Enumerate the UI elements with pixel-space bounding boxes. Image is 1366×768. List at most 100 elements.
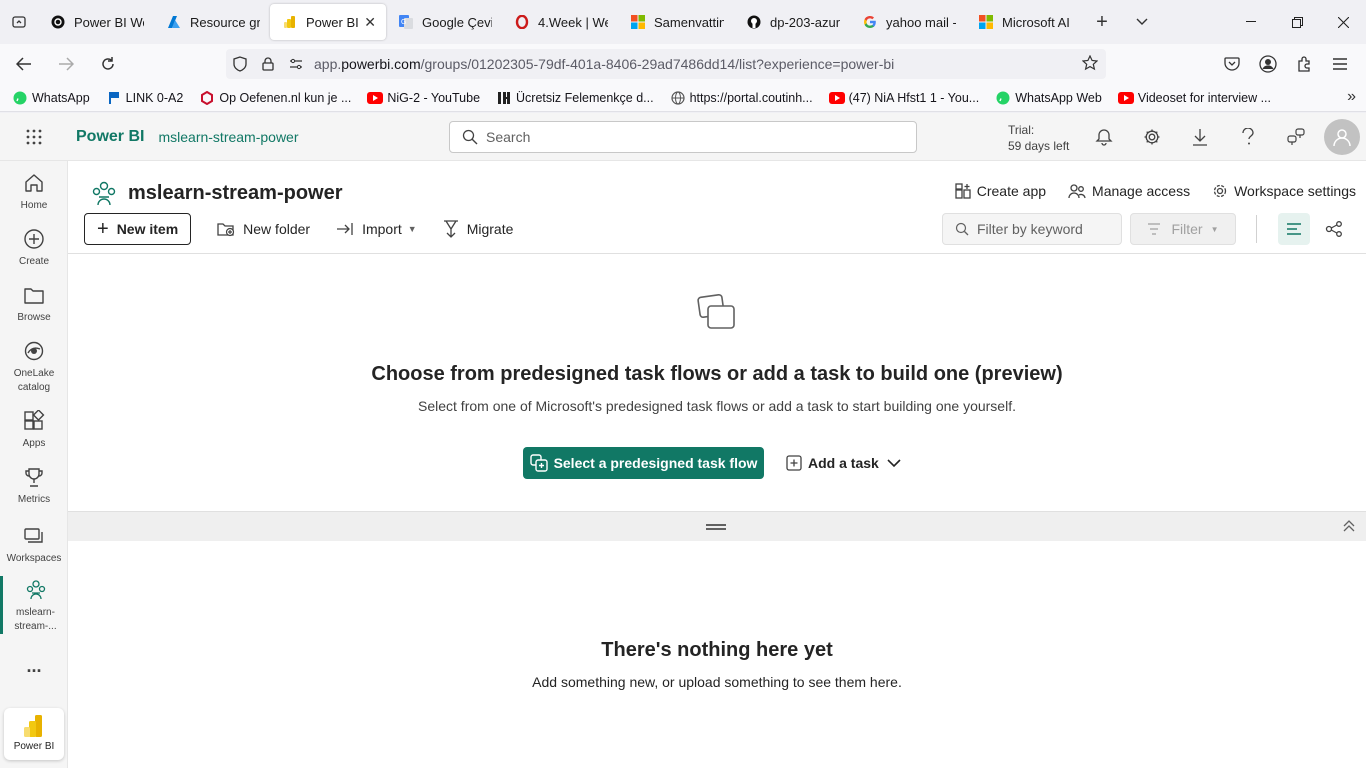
bookmark-item[interactable]: https://portal.coutinh...	[670, 90, 813, 106]
new-item-label: New item	[116, 221, 179, 237]
browser-tab-active[interactable]: Power BI ✕	[270, 4, 386, 40]
workspace-breadcrumb[interactable]: mslearn-stream-power	[158, 129, 298, 145]
browser-nav-bar: app.powerbi.com/groups/01202305-79df-401…	[0, 44, 1366, 84]
lock-icon[interactable]	[254, 57, 282, 71]
close-window-icon[interactable]	[1320, 0, 1366, 44]
filter-keyword-input[interactable]: Filter by keyword	[942, 213, 1122, 245]
tab-list-icon[interactable]	[0, 0, 38, 44]
tab-title: dp-203-azure-	[770, 14, 840, 30]
menu-icon[interactable]	[1322, 48, 1358, 80]
url-text: app.powerbi.com/groups/01202305-79df-401…	[314, 56, 894, 72]
browser-tab[interactable]: Microsoft AI S	[966, 4, 1082, 40]
bookmark-item[interactable]: LINK 0-A2	[106, 90, 183, 106]
bookmark-item[interactable]: Videoset for interview ...	[1117, 90, 1271, 106]
back-arrow-icon[interactable]	[6, 48, 42, 80]
download-icon[interactable]	[1176, 113, 1224, 161]
extensions-icon[interactable]	[1286, 48, 1322, 80]
workspace-toolbar: + New item New folder Import ▼ Migrate	[84, 213, 513, 245]
new-item-button[interactable]: + New item	[84, 213, 192, 245]
bookmark-item[interactable]: WhatsApp Web	[995, 90, 1102, 106]
bookmark-item[interactable]: NiG-2 - YouTube	[367, 90, 480, 106]
bookmarks-overflow-icon[interactable]: »	[1347, 88, 1356, 106]
rail-item-label: mslearn-stream-...	[14, 607, 57, 632]
rail-item-label: Apps	[22, 438, 46, 449]
bookmark-item[interactable]: WhatsApp	[12, 90, 90, 106]
drag-handle-icon[interactable]	[706, 524, 726, 530]
minimize-icon[interactable]	[1228, 0, 1274, 44]
search-icon	[462, 129, 478, 145]
app-header: Power BI mslearn-stream-power Search Tri…	[0, 113, 1366, 161]
bookmark-item[interactable]: Ücretsiz Felemenkçe d...	[496, 90, 654, 106]
add-square-icon	[786, 455, 802, 471]
search-input[interactable]: Search	[449, 121, 917, 153]
app-launcher-icon[interactable]	[0, 113, 68, 161]
manage-access-label: Manage access	[1092, 183, 1191, 199]
rail-item-create[interactable]: Create	[0, 225, 68, 269]
select-task-flow-button[interactable]: Select a predesigned task flow	[523, 447, 764, 479]
task-flow-icon	[696, 290, 738, 337]
trophy-icon	[0, 463, 68, 491]
address-bar[interactable]: app.powerbi.com/groups/01202305-79df-401…	[226, 49, 1106, 79]
google-translate-icon: G	[398, 14, 414, 30]
restore-icon[interactable]	[1274, 0, 1320, 44]
rail-item-current-workspace[interactable]: mslearn-stream-...	[0, 576, 68, 634]
browser-tab[interactable]: Samenvatting	[618, 4, 734, 40]
page-title: mslearn-stream-power	[128, 181, 343, 204]
browser-tab[interactable]: dp-203-azure-	[734, 4, 850, 40]
new-folder-button[interactable]: New folder	[217, 221, 310, 237]
reload-icon[interactable]	[90, 48, 126, 80]
rail-item-browse[interactable]: Browse	[0, 281, 68, 325]
pocket-icon[interactable]	[1214, 48, 1250, 80]
close-tab-icon[interactable]: ✕	[364, 14, 376, 31]
browser-tab[interactable]: G Google Çeviri	[386, 4, 502, 40]
powerbi-switcher-label: Power BI	[13, 741, 55, 752]
settings-gear-icon[interactable]	[1128, 113, 1176, 161]
browser-tab[interactable]: 4.Week | We'R	[502, 4, 618, 40]
rail-item-workspaces[interactable]: Workspaces	[0, 522, 68, 566]
filter-button[interactable]: Filter ▼	[1130, 213, 1236, 245]
lineage-view-button[interactable]	[1318, 213, 1350, 245]
browser-tab[interactable]: yahoo mail - G	[850, 4, 966, 40]
empty-state-title: There's nothing here yet	[601, 639, 833, 661]
migrate-button[interactable]: Migrate	[443, 220, 513, 238]
filter-placeholder: Filter by keyword	[977, 221, 1083, 237]
browser-tab[interactable]: Resource grou	[154, 4, 270, 40]
rail-item-apps[interactable]: Apps	[0, 407, 68, 451]
collapse-up-icon[interactable]	[1342, 519, 1356, 538]
select-task-flow-label: Select a predesigned task flow	[553, 455, 758, 471]
powerbi-experience-switcher[interactable]: Power BI	[4, 708, 64, 760]
manage-access-button[interactable]: Manage access	[1068, 183, 1190, 199]
help-icon[interactable]	[1224, 113, 1272, 161]
bookmark-item[interactable]: (47) NiA Hfst1 1 - You...	[828, 90, 979, 106]
list-view-button[interactable]	[1278, 213, 1310, 245]
apps-icon	[0, 407, 68, 435]
notifications-bell-icon[interactable]	[1080, 113, 1128, 161]
shield-icon[interactable]	[226, 56, 254, 72]
header-actions	[1080, 113, 1320, 161]
brand-title[interactable]: Power BI	[76, 128, 144, 146]
tab-title: Power BI	[306, 14, 359, 30]
chevron-down-icon: ▼	[1210, 224, 1219, 234]
bookmark-star-icon[interactable]	[1081, 54, 1099, 74]
import-button[interactable]: Import ▼	[336, 221, 417, 237]
tab-overflow-chevron-icon[interactable]	[1122, 13, 1162, 31]
avatar[interactable]	[1324, 119, 1360, 155]
more-ellipsis-icon[interactable]: ...	[0, 656, 68, 677]
workspace-settings-button[interactable]: Workspace settings	[1212, 183, 1356, 199]
workspace-people-icon	[3, 576, 68, 604]
share-feedback-icon[interactable]	[1272, 113, 1320, 161]
add-task-button[interactable]: Add a task	[786, 447, 907, 479]
rail-item-metrics[interactable]: Metrics	[0, 463, 68, 507]
create-app-button[interactable]: Create app	[955, 183, 1046, 199]
browser-tab[interactable]: Power BI Work	[38, 4, 154, 40]
account-icon[interactable]	[1250, 48, 1286, 80]
rail-item-onelake-catalog[interactable]: OneLake catalog	[0, 337, 68, 395]
permissions-icon[interactable]	[282, 58, 310, 70]
forward-arrow-icon[interactable]	[48, 48, 84, 80]
microsoft-icon	[978, 14, 994, 30]
panel-resize-splitter[interactable]	[68, 511, 1366, 541]
onelake-catalog-icon	[0, 337, 68, 365]
new-tab-icon[interactable]: +	[1082, 11, 1122, 34]
bookmark-item[interactable]: Op Oefenen.nl kun je ...	[199, 90, 351, 106]
rail-item-home[interactable]: Home	[0, 169, 68, 213]
